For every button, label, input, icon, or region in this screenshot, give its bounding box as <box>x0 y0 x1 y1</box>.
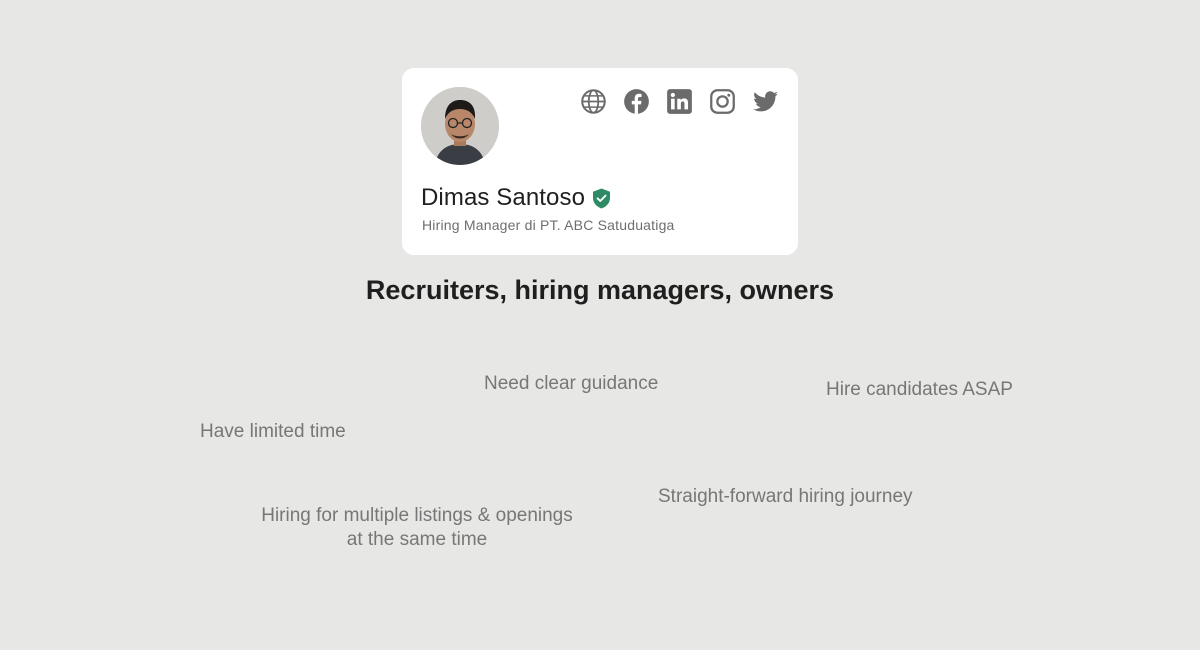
trait-multiple-listings: Hiring for multiple listings & openings … <box>261 505 573 550</box>
website-link[interactable] <box>579 87 608 116</box>
linkedin-icon <box>667 89 692 114</box>
instagram-icon <box>710 89 735 114</box>
trait-limited-time: Have limited time <box>200 421 346 442</box>
verified-badge <box>592 188 611 209</box>
twitter-link[interactable] <box>751 87 780 116</box>
profile-role: Hiring Manager di PT. ABC Satuduatiga <box>422 217 675 233</box>
linkedin-link[interactable] <box>665 87 694 116</box>
twitter-icon <box>753 91 778 112</box>
portrait-photo <box>421 87 499 165</box>
instagram-link[interactable] <box>708 87 737 116</box>
name-row: Dimas Santoso <box>421 184 611 212</box>
globe-icon <box>581 89 606 114</box>
facebook-link[interactable] <box>622 87 651 116</box>
social-links <box>579 87 780 116</box>
avatar <box>421 87 499 165</box>
section-heading: Recruiters, hiring managers, owners <box>365 275 835 305</box>
trait-straightforward-journey: Straight-forward hiring journey <box>658 486 913 507</box>
profile-card: Dimas Santoso Hiring Manager di PT. ABC … <box>402 68 798 255</box>
verified-shield-icon <box>593 188 611 208</box>
profile-name: Dimas Santoso <box>421 184 586 211</box>
facebook-icon <box>624 89 649 114</box>
trait-need-guidance: Need clear guidance <box>484 373 659 394</box>
trait-hire-asap: Hire candidates ASAP <box>826 379 1013 400</box>
